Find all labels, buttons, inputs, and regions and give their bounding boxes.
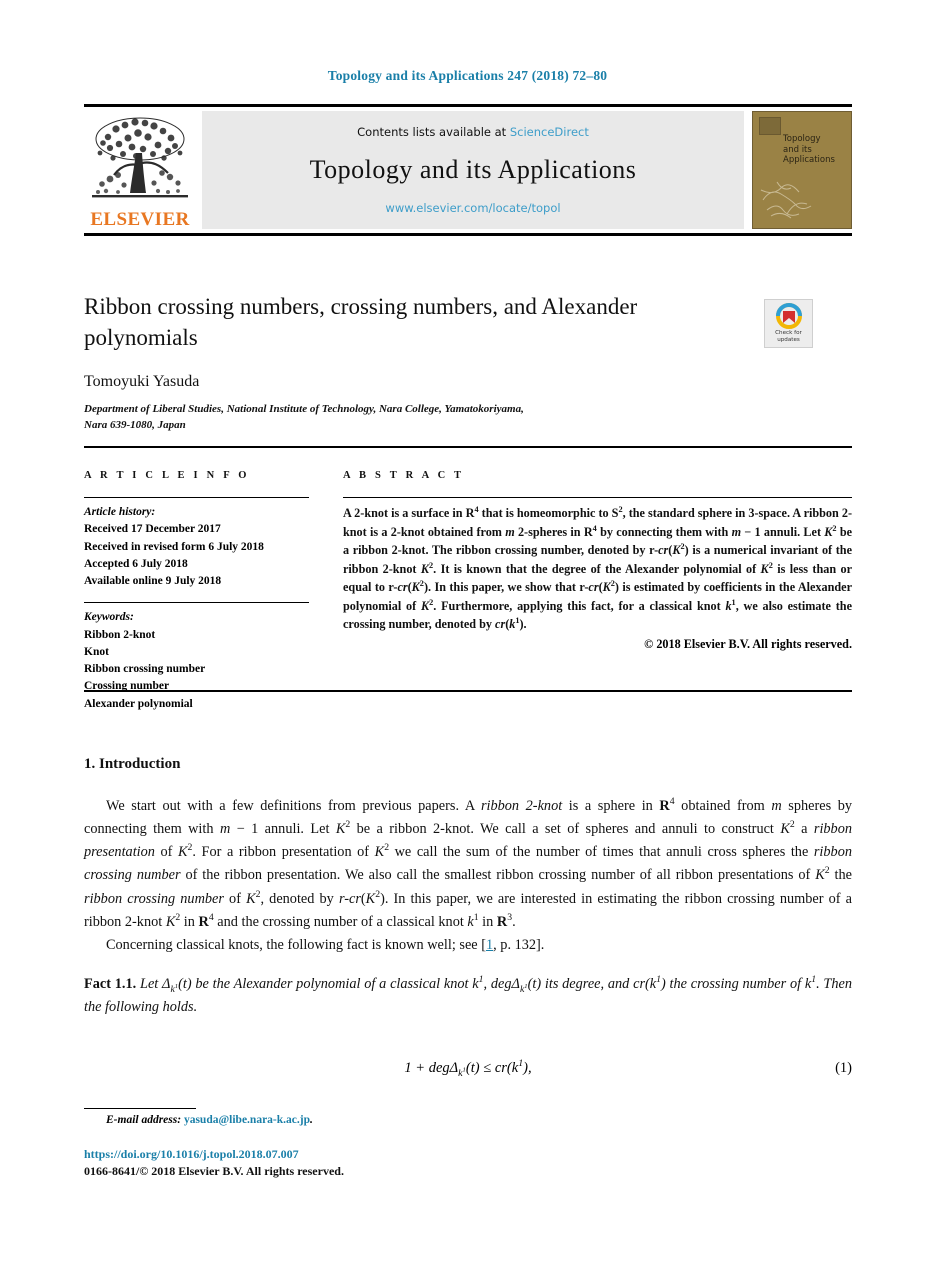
keyword-item: Knot <box>84 645 109 658</box>
issn-copyright-line: 0166-8641/© 2018 Elsevier B.V. All right… <box>84 1164 344 1178</box>
crossmark-label-line1: Check for <box>775 330 802 337</box>
paragraph: We start out with a few definitions from… <box>84 796 853 930</box>
masthead-center-panel: Contents lists available at ScienceDirec… <box>202 111 744 229</box>
sciencedirect-link[interactable]: ScienceDirect <box>510 125 589 139</box>
author-affiliation: Department of Liberal Studies, National … <box>84 402 724 434</box>
affiliation-line-2: Nara 639-1080, Japan <box>84 418 186 431</box>
section-heading-introduction: 1. Introduction <box>84 756 181 772</box>
journal-cover-thumbnail: Topology and its Applications <box>752 111 852 229</box>
affiliation-line-1: Department of Liberal Studies, National … <box>84 403 524 415</box>
elsevier-wordmark: ELSEVIER <box>90 209 190 230</box>
cover-elsevier-mark-icon <box>759 117 781 135</box>
equation-1: 1 + degΔk1(t) ≤ cr(k1), (1) <box>84 1058 852 1079</box>
history-item: Accepted 6 July 2018 <box>84 557 188 570</box>
equation-expression: 1 + degΔk1(t) ≤ cr(k1), <box>404 1058 532 1079</box>
crossmark-logo-icon <box>775 303 802 330</box>
contents-line: Contents lists available at ScienceDirec… <box>357 125 589 139</box>
keyword-item: Crossing number <box>84 680 170 693</box>
history-item: Received in revised form 6 July 2018 <box>84 540 264 553</box>
abstract-column: A B S T R A C T A 2-knot is a surface in… <box>343 470 852 653</box>
paragraph: Concerning classical knots, the followin… <box>106 936 545 953</box>
cover-knot-art-icon <box>760 181 812 219</box>
contents-prefix: Contents lists available at <box>357 125 510 139</box>
paper-page: Topology and its Applications 247 (2018)… <box>0 0 935 1266</box>
divider-top <box>84 446 852 448</box>
introduction-body: We start out with a few definitions from… <box>84 795 852 1019</box>
running-head: Topology and its Applications 247 (2018)… <box>327 68 608 83</box>
crossmark-badge[interactable]: Check for updates <box>764 299 813 348</box>
email-label: E-mail address: <box>106 1114 182 1126</box>
journal-url-link[interactable]: www.elsevier.com/locate/topol <box>385 201 560 215</box>
info-rule-2 <box>84 602 309 604</box>
keyword-item: Alexander polynomial <box>84 697 193 710</box>
email-period: . <box>310 1114 313 1126</box>
keyword-item: Ribbon crossing number <box>84 663 206 675</box>
abstract-rule <box>343 497 852 498</box>
fact-statement: Fact 1.1. Let Δk1(t) be the Alexander po… <box>84 974 853 1016</box>
equation-number: (1) <box>835 1060 852 1076</box>
email-link[interactable]: yasuda@libe.nara-k.ac.jp <box>184 1114 310 1126</box>
cover-title-line1: Topology <box>783 134 821 144</box>
abstract-heading: A B S T R A C T <box>343 470 465 481</box>
article-history-label: Article history: <box>84 506 156 518</box>
keyword-item: Ribbon 2-knot <box>84 628 156 641</box>
article-info-heading: A R T I C L E I N F O <box>84 470 250 481</box>
article-info-column: A R T I C L E I N F O Article history: R… <box>84 470 309 713</box>
crossmark-label: Check for updates <box>775 330 802 344</box>
journal-title: Topology and its Applications <box>309 155 637 184</box>
page-title: Ribbon crossing numbers, crossing number… <box>84 294 638 350</box>
footnote-divider <box>84 1108 196 1109</box>
doi-link[interactable]: https://doi.org/10.1016/j.topol.2018.07.… <box>84 1147 299 1162</box>
info-rule-1 <box>84 497 309 498</box>
footnote-email: E-mail address: yasuda@libe.nara-k.ac.jp… <box>106 1114 313 1126</box>
abstract-copyright: © 2018 Elsevier B.V. All rights reserved… <box>644 636 852 651</box>
author-name: Tomoyuki Yasuda <box>84 373 200 390</box>
elsevier-logo: ELSEVIER <box>84 107 196 233</box>
abstract-text: A 2-knot is a surface in R4 that is home… <box>343 504 853 632</box>
cover-title-line2: and its <box>783 144 812 155</box>
history-item: Received 17 December 2017 <box>84 523 221 536</box>
cover-title-text: Topology and its Applications <box>783 134 847 166</box>
journal-masthead: ELSEVIER Contents lists available at Sci… <box>84 104 852 236</box>
citation-link-1[interactable]: 1 <box>486 937 493 953</box>
elsevier-tree-icon <box>92 117 188 198</box>
crossmark-label-line2: updates <box>777 337 800 343</box>
cover-title-line3: Applications <box>783 155 835 166</box>
history-item: Available online 9 July 2018 <box>84 575 222 587</box>
keywords-label: Keywords: <box>84 611 134 624</box>
journal-cover-image: Topology and its Applications <box>752 111 852 229</box>
